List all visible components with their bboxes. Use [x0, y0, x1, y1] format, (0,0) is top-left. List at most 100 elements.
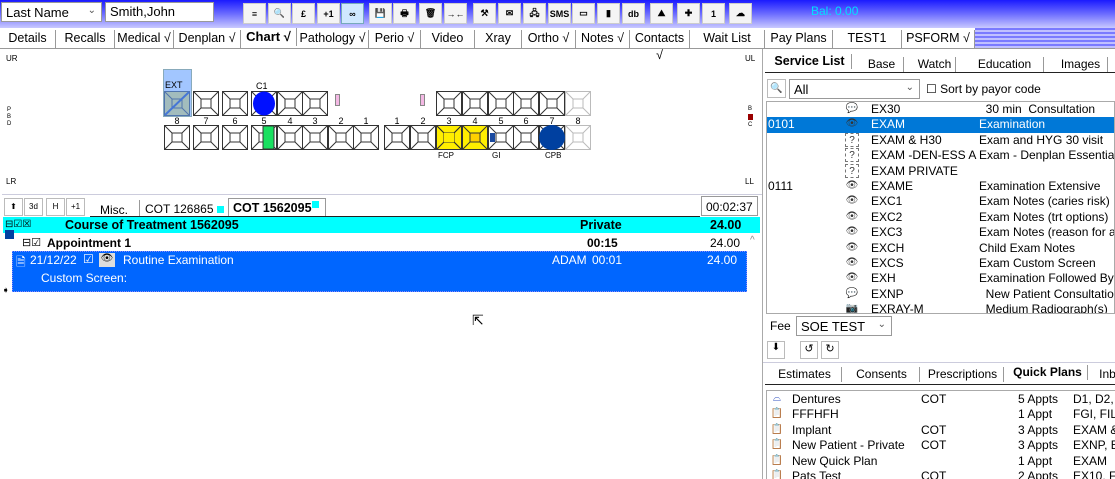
cloud-button[interactable]: ☁	[729, 3, 752, 24]
search-field-select[interactable]: Last Name ⌄	[1, 2, 102, 22]
service-row[interactable]: 👁 EXCS Exam Custom Screen	[767, 256, 1114, 271]
tab-psform[interactable]: PSFORM √	[902, 30, 975, 48]
tab-misc[interactable]: Misc.	[90, 200, 140, 217]
medical-button[interactable]: ✚	[677, 3, 700, 24]
tooth-lr5[interactable]	[251, 125, 277, 150]
tab-perio[interactable]: Perio √	[369, 30, 421, 48]
tooth-ul3[interactable]	[436, 91, 462, 116]
tab-test1[interactable]: TEST1	[833, 30, 902, 48]
sms-button[interactable]: SMS	[548, 3, 571, 24]
link-button[interactable]: ∞	[341, 3, 364, 24]
tool-button[interactable]: ⚒	[473, 3, 496, 24]
tab-cot-1562095[interactable]: COT 1562095	[228, 198, 326, 218]
service-row[interactable]: ? EXAM & H30 Exam and HYG 30 visit	[767, 132, 1114, 148]
card-button[interactable]: ▭	[572, 3, 595, 24]
undo-button[interactable]: ↺	[800, 341, 818, 359]
tooth-lr8[interactable]	[164, 125, 190, 150]
chart-button[interactable]: ⛰	[650, 3, 673, 24]
service-row[interactable]: 👁 EXCH Child Exam Notes	[767, 241, 1114, 256]
tab-watch[interactable]: Watch	[914, 57, 956, 72]
tooth-ur3[interactable]	[302, 91, 328, 116]
tooth-ll7[interactable]	[539, 125, 565, 150]
tab-images[interactable]: Images	[1054, 57, 1108, 72]
tab-estimates[interactable]: Estimates	[768, 367, 842, 382]
db-button[interactable]: db	[622, 3, 645, 24]
tab-cot-126865[interactable]: COT 126865	[145, 200, 225, 216]
cot-button-1[interactable]: 3d	[24, 198, 43, 216]
tooth-ll6[interactable]	[513, 125, 539, 150]
tooth-ll3[interactable]	[436, 125, 462, 150]
pound-button[interactable]: £	[292, 3, 315, 24]
tab-details[interactable]: Details	[0, 30, 56, 48]
tooth-lr6[interactable]	[222, 125, 248, 150]
network-button[interactable]: 🖧	[523, 3, 546, 24]
tooth-lr4[interactable]	[277, 125, 303, 150]
quick-plan-row[interactable]: 📋 FFFHFH 1 Appt FGI, FILL	[767, 407, 1115, 422]
tab-base[interactable]: Base	[860, 57, 904, 72]
tooth-lr3[interactable]	[302, 125, 328, 150]
tab-education[interactable]: Education	[966, 57, 1044, 72]
tab-medical[interactable]: Medical √	[115, 30, 174, 48]
tab-consents[interactable]: Consents	[844, 367, 920, 382]
tab-inb[interactable]: Inb	[1098, 367, 1115, 382]
tab-prescriptions[interactable]: Prescriptions	[922, 367, 1004, 382]
quick-plan-row[interactable]: ⌓ Dentures COT 5 Appts D1, D2, I	[767, 392, 1115, 407]
service-row[interactable]: 👁 EXC3 Exam Notes (reason for att	[767, 225, 1114, 240]
tab-service-list[interactable]: Service List	[768, 54, 852, 69]
service-row[interactable]: 💬 EX30 30 min Consultation	[767, 102, 1114, 117]
tooth-ll4[interactable]	[462, 125, 488, 150]
item-checkbox[interactable]: ☑	[83, 252, 94, 266]
tooth-lr2[interactable]	[328, 125, 354, 150]
cot-button-3[interactable]: +1	[66, 198, 85, 216]
print-button[interactable]: 🖶	[393, 3, 416, 24]
fee-select[interactable]: SOE TEST ⌄	[796, 316, 892, 336]
selected-tooth-ur8[interactable]	[163, 69, 192, 117]
patient-input[interactable]: Smith,John	[105, 2, 214, 22]
tab-ortho[interactable]: Ortho √	[522, 30, 576, 48]
appointment-row[interactable]: ⊟☑ Appointment 1 00:15 24.00 ^	[22, 235, 760, 251]
service-row[interactable]: 👁 EXC1 Exam Notes (caries risk)	[767, 194, 1114, 209]
quick-plan-row[interactable]: 📋 Pats Test COT 2 Appts EX10, FA	[767, 469, 1115, 479]
tooth-lr7[interactable]	[193, 125, 219, 150]
quick-plan-row[interactable]: 📋 New Quick Plan 1 Appt EXAM	[767, 454, 1115, 469]
service-row[interactable]: 💬 EXNP New Patient Consultatio	[767, 287, 1114, 302]
tab-contacts[interactable]: Contacts √	[630, 30, 690, 62]
service-row[interactable]: 0111 👁 EXAME Examination Extensive	[767, 179, 1114, 194]
tab-quick-plans[interactable]: Quick Plans	[1008, 365, 1088, 380]
tab-pay-plans[interactable]: Pay Plans	[765, 30, 833, 48]
tooth-ul5[interactable]	[488, 91, 514, 116]
tooth-lr1[interactable]	[353, 125, 379, 150]
save-button[interactable]: 💾	[369, 3, 392, 24]
arrows-button[interactable]: →←	[444, 3, 467, 24]
appointment-checkboxes[interactable]: ⊟☑	[22, 236, 41, 249]
tooth-ul6[interactable]	[513, 91, 539, 116]
tab-recalls[interactable]: Recalls	[56, 30, 115, 48]
tab-xray[interactable]: Xray	[475, 30, 522, 48]
treatment-item[interactable]: 🗎 21/12/22 ☑ 👁 Routine Examination ADAM …	[12, 251, 747, 292]
tooth-ur2-marker[interactable]	[335, 94, 340, 106]
tooth-ur4[interactable]	[277, 91, 303, 116]
plus-one-button[interactable]: +1	[317, 3, 340, 24]
trash-button[interactable]: 🗑	[419, 3, 442, 24]
tooth-ul4[interactable]	[462, 91, 488, 116]
search-icon[interactable]: 🔍	[767, 79, 786, 98]
tooth-ll8[interactable]	[565, 125, 591, 150]
note-button[interactable]: ▮	[597, 3, 620, 24]
tooth-ll2[interactable]	[410, 125, 436, 150]
tooth-ul8[interactable]	[565, 91, 591, 116]
tooth-ll5[interactable]	[488, 125, 514, 150]
scroll-up-icon[interactable]: ^	[750, 235, 755, 246]
search-button[interactable]: 🔍	[268, 3, 291, 24]
tooth-ll1[interactable]	[384, 125, 410, 150]
tab-chart[interactable]: Chart √	[241, 28, 297, 46]
service-row[interactable]: 👁 EXH Examination Followed By H	[767, 271, 1114, 286]
sort-by-payor-checkbox[interactable]: ☐ Sort by payor code	[926, 82, 1041, 96]
quick-plan-row[interactable]: 📋 New Patient - Private COT 3 Appts EXNP…	[767, 438, 1115, 453]
tab-denplan[interactable]: Denplan √	[174, 30, 241, 48]
align-button[interactable]: ≡	[243, 3, 266, 24]
tooth-ul7[interactable]	[539, 91, 565, 116]
letter-button[interactable]: ✉	[498, 3, 521, 24]
service-row[interactable]: ? EXAM PRIVATE	[767, 163, 1114, 179]
service-filter-select[interactable]: All ⌄	[789, 79, 920, 99]
service-row[interactable]: ? EXAM -DEN-ESS A Exam - Denplan Essenti…	[767, 148, 1114, 163]
